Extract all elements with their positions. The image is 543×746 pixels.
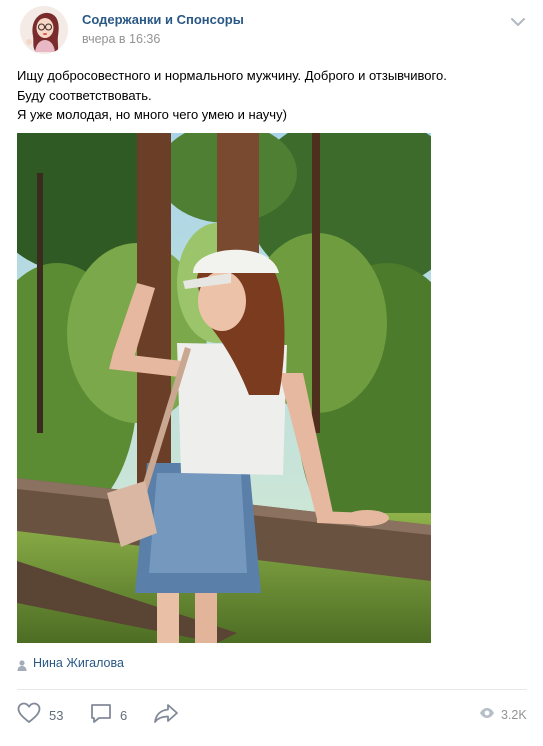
post-text-line: Буду соответствовать.: [17, 87, 152, 103]
photo-author-link[interactable]: Нина Жигалова: [17, 654, 124, 672]
chevron-down-icon[interactable]: [508, 14, 528, 30]
eye-icon: [479, 706, 495, 724]
heart-icon: [17, 702, 41, 729]
group-name-link[interactable]: Содержанки и Спонсоры: [82, 12, 244, 27]
group-avatar[interactable]: [20, 6, 68, 54]
comment-button[interactable]: 6: [90, 701, 127, 729]
share-icon: [153, 702, 179, 729]
wall-post: Содержанки и Спонсоры вчера в 16:36 Ищу …: [0, 0, 543, 746]
comment-icon: [90, 702, 112, 729]
views-counter: 3.2K: [479, 706, 527, 724]
post-text: Ищу добросовестного и нормального мужчин…: [17, 66, 527, 125]
post-text-line: Ищу добросовестного и нормального мужчин…: [17, 68, 447, 83]
person-icon: [17, 658, 27, 671]
like-button[interactable]: 53: [17, 701, 63, 729]
post-date[interactable]: вчера в 16:36: [82, 32, 160, 46]
share-button[interactable]: [153, 701, 179, 729]
views-count: 3.2K: [501, 708, 527, 722]
photo-author-name: Нина Жигалова: [33, 656, 124, 670]
like-count: 53: [49, 707, 64, 723]
post-photo[interactable]: [17, 133, 431, 643]
post-text-line: Я уже молодая, но много чего умею и науч…: [17, 107, 287, 122]
comment-count: 6: [120, 707, 128, 723]
actions-divider: [17, 689, 527, 690]
